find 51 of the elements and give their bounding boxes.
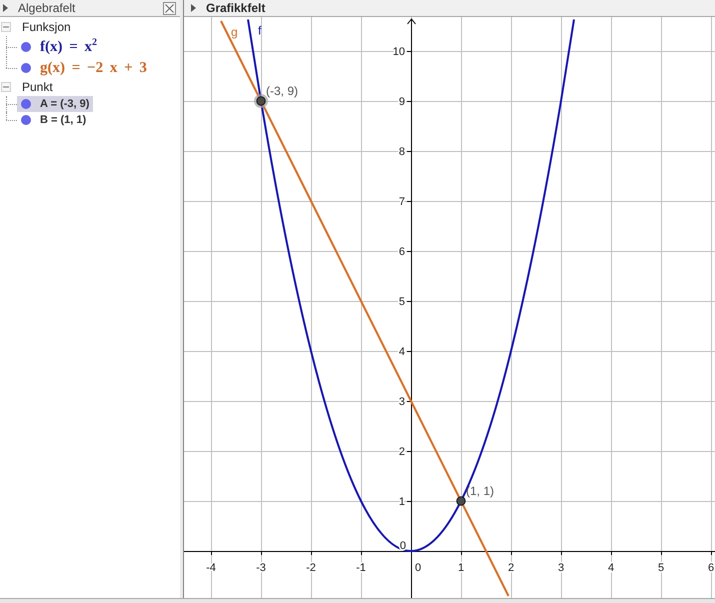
tick-label: -2 (306, 562, 316, 574)
panel-title: Algebrafelt (18, 1, 76, 15)
function-definition: f(x) = x$^{2}$ (40, 38, 98, 56)
tick-label: 1 (458, 562, 464, 574)
panel-title: Grafikkfelt (206, 1, 266, 15)
tick-label: -4 (206, 562, 216, 574)
algebra-item[interactable]: A = (-3, 9) (17, 96, 94, 112)
curve-label: g (231, 25, 238, 39)
tick-label: -1 (356, 562, 366, 574)
curve-label: f (258, 24, 262, 38)
algebra-item[interactable]: B = (1, 1) (17, 112, 90, 128)
tick-label: 0 (414, 562, 422, 574)
minus-icon[interactable] (1, 22, 11, 32)
visibility-dot-icon[interactable] (21, 42, 31, 52)
point-label: (-3, 9) (266, 84, 298, 98)
group-label: Punkt (22, 80, 53, 94)
tick-label: 4 (398, 346, 405, 358)
visibility-dot-icon[interactable] (21, 99, 31, 109)
tick-label: 2 (508, 562, 514, 574)
tick-label: 3 (558, 562, 564, 574)
close-icon (165, 4, 174, 12)
visibility-dot-icon[interactable] (21, 62, 31, 72)
tick-label: 5 (658, 562, 664, 574)
point-label: (1, 1) (466, 484, 494, 498)
close-button[interactable] (163, 2, 176, 14)
tick-label: 5 (398, 296, 405, 308)
tick-label: 7 (398, 196, 405, 208)
tree-line (6, 96, 17, 112)
function-definition: g(x) = −2 x + 3 (40, 58, 147, 76)
tick-label: 6 (398, 246, 405, 258)
tick-label: 4 (608, 562, 614, 574)
triangle-icon[interactable] (191, 4, 196, 12)
tree-line (6, 36, 17, 57)
point-definition: B = (1, 1) (40, 114, 86, 126)
splitter[interactable] (180, 0, 184, 598)
tick-label: 3 (398, 396, 405, 408)
tick-label: 10 (392, 46, 405, 58)
triangle-icon[interactable] (3, 4, 8, 12)
algebra-item[interactable]: g(x) = −2 x + 3 (17, 58, 151, 78)
tick-label: 1 (398, 496, 405, 508)
tick-label: 8 (398, 146, 405, 158)
tick-label: 9 (398, 96, 405, 108)
group-label: Funksjon (22, 20, 71, 34)
algebra-item[interactable]: f(x) = x$^{2}$ (17, 36, 102, 56)
minus-icon[interactable] (1, 82, 11, 92)
tick-label: -3 (256, 562, 266, 574)
tick-label: 6 (708, 562, 714, 574)
tick-label: 2 (398, 446, 405, 458)
visibility-dot-icon[interactable] (21, 115, 31, 125)
point-definition: A = (-3, 9) (40, 98, 90, 110)
tick-label: 0 (400, 540, 406, 552)
